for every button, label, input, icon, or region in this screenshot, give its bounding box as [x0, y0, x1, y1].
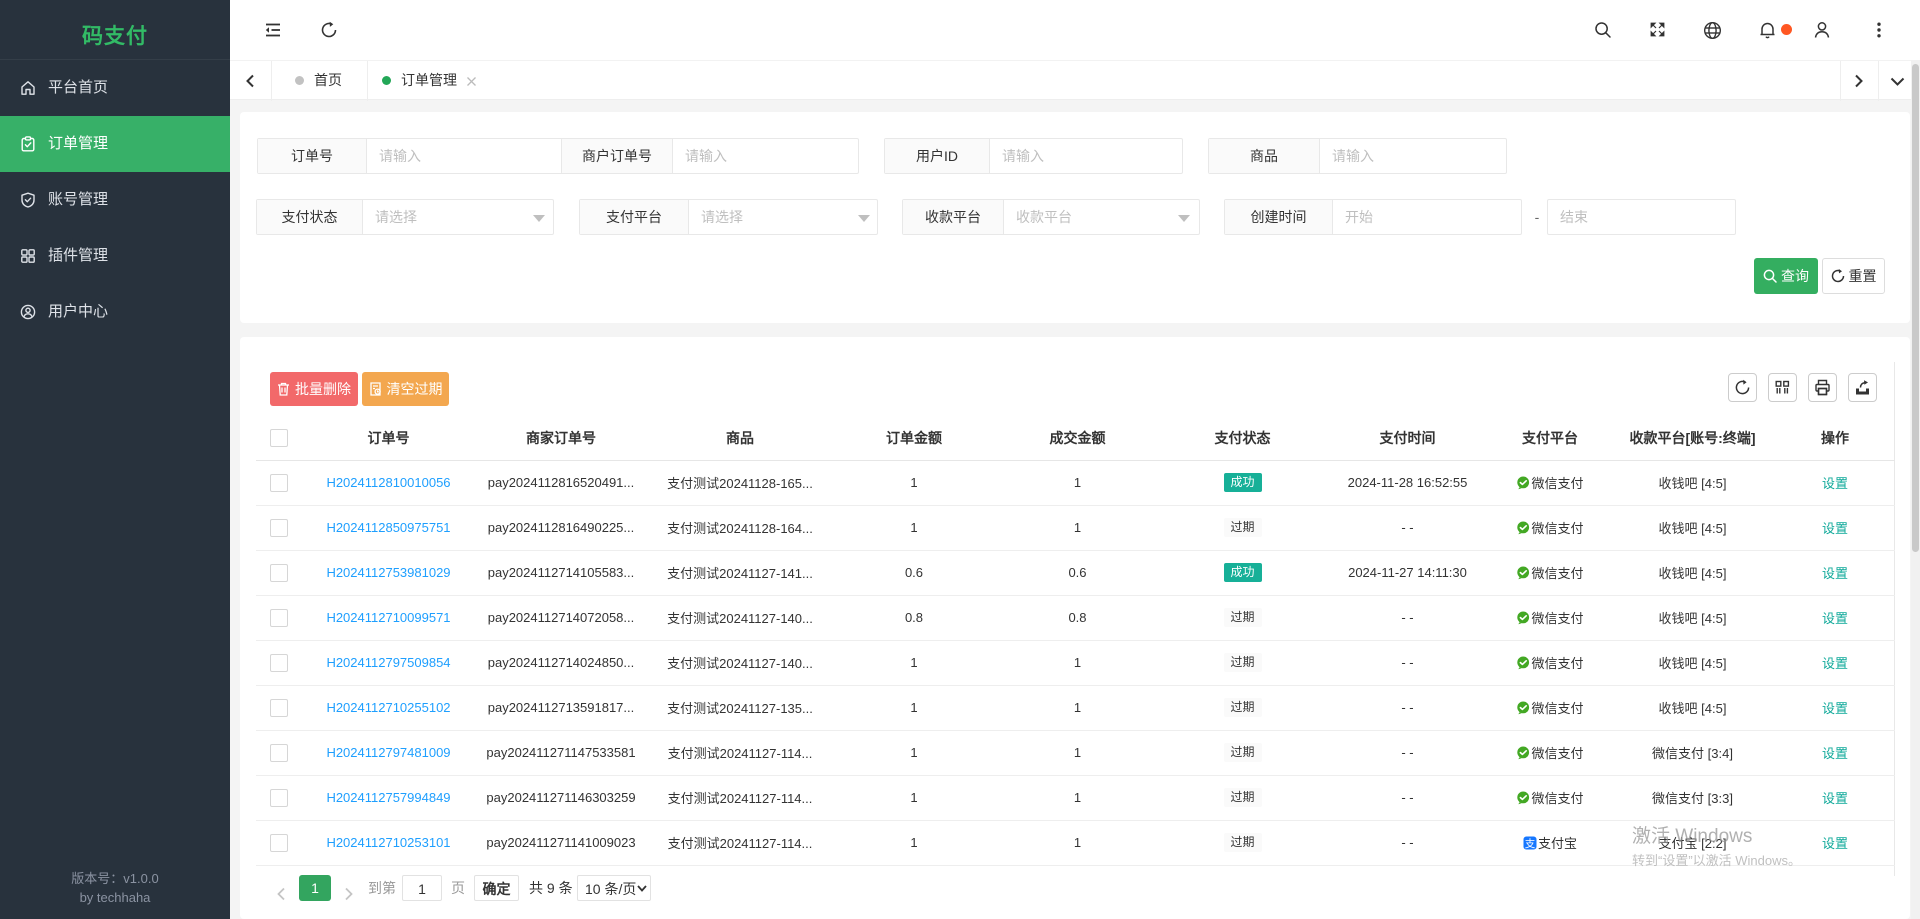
svg-text:支: 支 — [1525, 838, 1536, 850]
